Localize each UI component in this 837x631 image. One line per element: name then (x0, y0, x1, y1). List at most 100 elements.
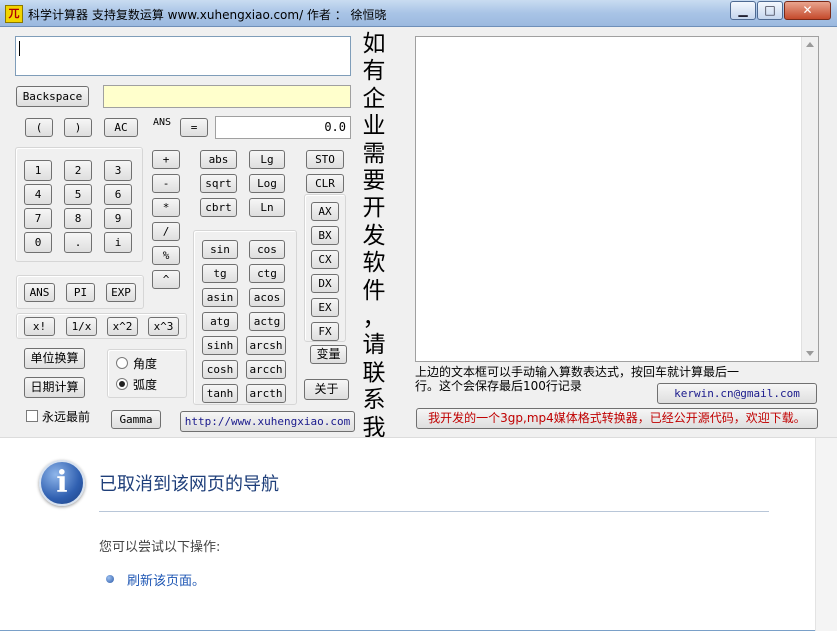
refresh-page-link[interactable]: 刷新该页面。 (127, 570, 205, 589)
asin-button[interactable]: asin (202, 288, 238, 307)
minus-button[interactable]: - (152, 174, 180, 193)
unit-convert-button[interactable]: 单位换算 (24, 348, 85, 369)
digit-2-button[interactable]: 2 (64, 160, 92, 181)
lparen-button[interactable]: ( (25, 118, 53, 137)
degree-label: 角度 (133, 357, 158, 371)
close-button[interactable]: ✕ (784, 1, 831, 20)
cbrt-button[interactable]: cbrt (200, 198, 237, 217)
sqrt-button[interactable]: sqrt (200, 174, 237, 193)
radian-radio[interactable] (116, 378, 128, 390)
arcth-button[interactable]: arcth (246, 384, 286, 403)
clr-button[interactable]: CLR (306, 174, 344, 193)
ln-button[interactable]: Ln (249, 198, 285, 217)
nav-canceled-title: 已取消到该网页的导航 (99, 474, 279, 495)
lg-button[interactable]: Lg (249, 150, 285, 169)
digit-8-button[interactable]: 8 (64, 208, 92, 229)
digit-3-button[interactable]: 3 (104, 160, 132, 181)
variable-button[interactable]: 变量 (310, 345, 347, 364)
ctg-button[interactable]: ctg (249, 264, 285, 283)
scroll-up-icon[interactable] (806, 42, 814, 47)
about-button[interactable]: 关于 (304, 379, 349, 400)
arcch-button[interactable]: arcch (246, 360, 286, 379)
exp-button[interactable]: EXP (106, 283, 136, 302)
scroll-down-icon[interactable] (806, 351, 814, 356)
maximize-button[interactable]: □ (757, 1, 783, 20)
cosh-button[interactable]: cosh (202, 360, 238, 379)
vertical-ad-char: 要 (362, 168, 386, 195)
backspace-button[interactable]: Backspace (16, 86, 89, 107)
register-cx-button[interactable]: CX (311, 250, 339, 269)
arcsh-button[interactable]: arcsh (246, 336, 286, 355)
degree-radio[interactable] (116, 357, 128, 369)
multiply-button[interactable]: * (152, 198, 180, 217)
expression-input[interactable] (15, 36, 351, 76)
tanh-button[interactable]: tanh (202, 384, 238, 403)
reciprocal-button[interactable]: 1/x (66, 317, 97, 336)
acos-button[interactable]: acos (249, 288, 285, 307)
page-scrollbar[interactable] (815, 438, 837, 631)
vertical-ad-char: 系 (362, 387, 386, 414)
website-link-button[interactable]: http://www.xuhengxiao.com (180, 411, 355, 432)
actg-button[interactable]: actg (249, 312, 285, 331)
register-ax-button[interactable]: AX (311, 202, 339, 221)
cube-button[interactable]: x^3 (148, 317, 179, 336)
vertical-ad-char: 联 (362, 359, 386, 386)
sto-button[interactable]: STO (306, 150, 344, 169)
register-dx-button[interactable]: DX (311, 274, 339, 293)
vertical-ad-char: 请 (362, 332, 386, 359)
ac-button[interactable]: AC (104, 118, 138, 137)
imaginary-unit-button[interactable]: i (104, 232, 132, 253)
digit-9-button[interactable]: 9 (104, 208, 132, 229)
ans-label: ANS (153, 117, 172, 128)
sinh-button[interactable]: sinh (202, 336, 238, 355)
digit-1-button[interactable]: 1 (24, 160, 52, 181)
minimize-button[interactable]: ▁ (730, 1, 756, 20)
radian-label: 弧度 (133, 378, 158, 392)
pi-button[interactable]: PI (66, 283, 95, 302)
rparen-button[interactable]: ) (64, 118, 92, 137)
topmost-checkbox[interactable] (26, 410, 38, 422)
vertical-ad-text: 如有企业需要开发软件，请联系我 (359, 31, 389, 442)
title-bar[interactable]: 兀 科学计算器 支持复数运算 www.xuhengxiao.com/ 作者 ： … (0, 0, 837, 27)
log-button[interactable]: Log (249, 174, 285, 193)
converter-download-button[interactable]: 我开发的一个3gp,mp4媒体格式转换器，已经公开源代码，欢迎下载。 (416, 408, 818, 429)
atg-button[interactable]: atg (202, 312, 238, 331)
tg-button[interactable]: tg (202, 264, 238, 283)
divide-button[interactable]: / (152, 222, 180, 241)
gamma-button[interactable]: Gamma (111, 410, 161, 429)
history-textarea[interactable] (415, 36, 819, 362)
digit-0-button[interactable]: 0 (24, 232, 52, 253)
register-bx-button[interactable]: BX (311, 226, 339, 245)
register-ex-button[interactable]: EX (311, 298, 339, 317)
abs-button[interactable]: abs (200, 150, 237, 169)
vertical-ad-char: 有 (362, 58, 386, 85)
vertical-ad-char: 件 (362, 277, 386, 304)
app-icon: 兀 (5, 5, 23, 23)
email-button[interactable]: kerwin.cn@gmail.com (657, 383, 817, 404)
vertical-ad-char: 开 (362, 195, 386, 222)
sin-button[interactable]: sin (202, 240, 238, 259)
cos-button[interactable]: cos (249, 240, 285, 259)
modulo-button[interactable]: % (152, 246, 180, 265)
register-fx-button[interactable]: FX (311, 322, 339, 341)
digit-4-button[interactable]: 4 (24, 184, 52, 205)
divider (99, 511, 769, 512)
digit-6-button[interactable]: 6 (104, 184, 132, 205)
plus-button[interactable]: + (152, 150, 180, 169)
equals-button[interactable]: = (180, 118, 208, 137)
ans-button[interactable]: ANS (24, 283, 55, 302)
factorial-button[interactable]: x! (24, 317, 55, 336)
error-display (103, 85, 351, 108)
date-calc-button[interactable]: 日期计算 (24, 377, 85, 398)
result-display: 0.0 (215, 116, 351, 139)
window-title: 科学计算器 支持复数运算 www.xuhengxiao.com/ 作者 ： 徐恒… (28, 8, 387, 22)
digit-5-button[interactable]: 5 (64, 184, 92, 205)
vertical-ad-char: ， (362, 305, 386, 332)
digit-7-button[interactable]: 7 (24, 208, 52, 229)
decimal-point-button[interactable]: . (64, 232, 92, 253)
history-scrollbar[interactable] (801, 37, 818, 361)
nav-suggestion-text: 您可以尝试以下操作: (99, 540, 221, 555)
square-button[interactable]: x^2 (107, 317, 138, 336)
power-button[interactable]: ^ (152, 270, 180, 289)
vertical-ad-char: 发 (362, 222, 386, 249)
